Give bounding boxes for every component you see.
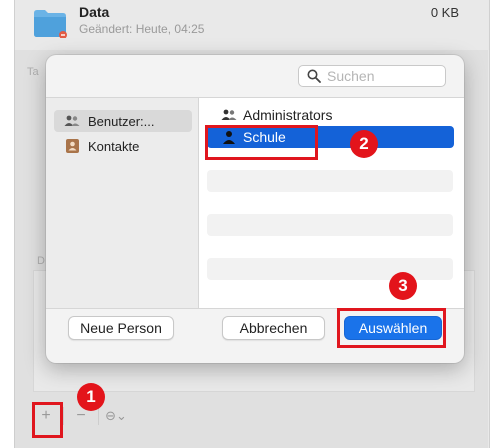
item-size: 0 KB (430, 5, 459, 20)
source-contacts[interactable]: Kontakte (54, 135, 192, 157)
search-input[interactable] (327, 68, 427, 84)
source-users-groups[interactable]: Benutzer:... (54, 110, 192, 132)
search-icon (307, 69, 321, 83)
list-item-administrators[interactable]: Administrators (207, 104, 454, 126)
modified-date: Geändert: Heute, 04:25 (79, 22, 205, 36)
contacts-book-icon (66, 139, 79, 153)
step-badge-3: 3 (389, 272, 417, 300)
highlight-add-button (32, 402, 63, 438)
source-label: Kontakte (88, 138, 140, 154)
cancel-button[interactable]: Abbrechen (222, 316, 325, 340)
empty-row (207, 170, 453, 192)
source-label: Benutzer:... (88, 113, 155, 129)
folder-icon (34, 10, 67, 38)
highlight-select-button (337, 308, 446, 348)
users-icon (221, 109, 237, 120)
step-badge-2: 2 (350, 130, 378, 158)
list-item-label: Administrators (243, 107, 333, 123)
new-person-button[interactable]: Neue Person (68, 316, 174, 340)
source-list: Benutzer:... Kontakte (46, 98, 199, 308)
empty-row (207, 214, 453, 236)
highlight-schule-row (205, 125, 318, 160)
search-field[interactable] (298, 65, 446, 87)
empty-row (207, 258, 453, 280)
step-badge-1: 1 (77, 383, 105, 411)
users-icon (64, 115, 80, 126)
item-name: Data (79, 4, 110, 20)
